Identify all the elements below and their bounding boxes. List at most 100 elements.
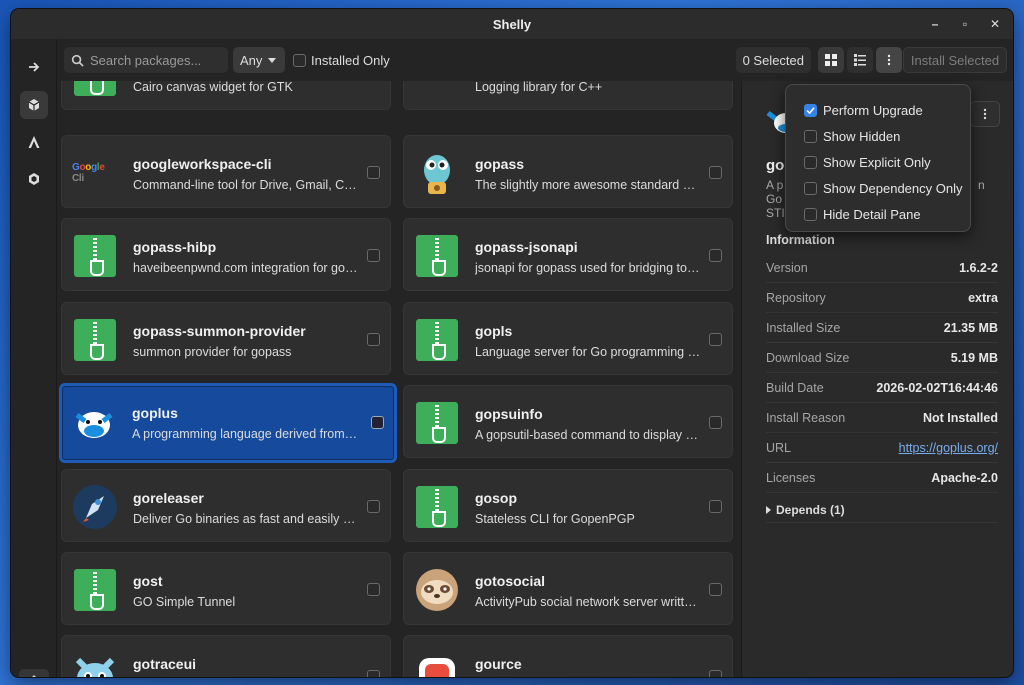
info-row-url: URL https://goplus.org/	[766, 433, 998, 463]
gource-icon	[414, 650, 460, 677]
package-select-checkbox[interactable]	[367, 166, 380, 179]
menu-item-show-dependency-only[interactable]: Show Dependency Only	[786, 175, 970, 201]
hide-detail-pane-checkbox[interactable]	[804, 207, 817, 221]
package-card[interactable]: gopass-hibp haveibeenpwnd.com integratio…	[61, 218, 391, 291]
package-select-checkbox[interactable]	[367, 583, 380, 596]
package-name: gost	[133, 573, 163, 589]
package-desc: Deliver Go binaries as fast and easily a…	[133, 512, 359, 526]
package-select-checkbox[interactable]	[709, 670, 722, 677]
search-input[interactable]	[90, 52, 220, 68]
goreleaser-rocket-icon	[72, 484, 118, 530]
chevron-down-icon	[268, 57, 277, 63]
package-select-checkbox[interactable]	[709, 583, 722, 596]
package-select-checkbox[interactable]	[371, 416, 384, 429]
arch-icon	[28, 136, 40, 148]
show-explicit-only-checkbox[interactable]	[804, 155, 817, 169]
package-select-checkbox[interactable]	[709, 249, 722, 262]
list-view-icon	[854, 54, 866, 66]
installed-only-checkbox[interactable]	[293, 54, 306, 67]
package-name: gopass	[475, 156, 525, 172]
package-desc: A programming language derived from Go	[132, 427, 358, 441]
sidebar-item-flatpak[interactable]	[20, 165, 48, 193]
zip-icon	[72, 317, 118, 363]
info-row-licenses: Licenses Apache-2.0	[766, 463, 998, 493]
menu-item-hide-detail-pane[interactable]: Hide Detail Pane	[786, 201, 970, 227]
package-card[interactable]: gource	[403, 635, 733, 677]
package-desc: Logging library for C++	[475, 81, 603, 94]
grid-view-button[interactable]	[818, 47, 844, 73]
package-card[interactable]: Google Cli googleworkspace-cli Command-l…	[61, 135, 391, 208]
package-select-checkbox[interactable]	[367, 249, 380, 262]
package-url-link[interactable]: https://goplus.org/	[899, 441, 998, 455]
package-select-checkbox[interactable]	[709, 333, 722, 346]
flatpak-icon	[29, 173, 39, 185]
package-select-checkbox[interactable]	[709, 166, 722, 179]
kebab-icon	[887, 54, 891, 66]
perform-upgrade-checkbox[interactable]	[804, 103, 817, 117]
sidebar-menu-button[interactable]	[19, 669, 49, 677]
package-icon	[28, 99, 40, 111]
close-button[interactable]: ✕	[987, 16, 1003, 32]
info-row-version: Version 1.6.2-2	[766, 253, 998, 283]
package-desc: Language server for Go programming langu…	[475, 345, 701, 359]
detail-description-tail: n	[978, 178, 985, 192]
package-card[interactable]: Cairo canvas widget for GTK	[61, 81, 391, 110]
zip-icon	[72, 233, 118, 279]
installed-only-toggle[interactable]: Installed Only	[293, 53, 390, 68]
package-card[interactable]: gopsuinfo A gopsutil-based command to di…	[403, 385, 733, 458]
package-card[interactable]: gosop Stateless CLI for GopenPGP	[403, 469, 733, 542]
sidebar-item-aur[interactable]	[20, 128, 48, 156]
package-desc: Cairo canvas widget for GTK	[133, 81, 293, 94]
repo-filter-dropdown[interactable]: Any	[233, 47, 285, 73]
package-desc: A gopsutil-based command to display syst…	[475, 428, 701, 442]
sidebar-item-packages[interactable]	[20, 91, 48, 119]
package-grid: Cairo canvas widget for GTK Google Loggi…	[57, 81, 741, 677]
window-title: Shelly	[492, 16, 532, 32]
menu-item-perform-upgrade[interactable]: Perform Upgrade	[786, 97, 970, 123]
info-row-installed-size: Installed Size 21.35 MB	[766, 313, 998, 343]
kebab-icon	[983, 108, 987, 120]
package-select-checkbox[interactable]	[709, 416, 722, 429]
package-card-selected[interactable]: goplus A programming language derived fr…	[59, 383, 397, 463]
package-name: gotraceui	[133, 656, 197, 672]
minimize-button[interactable]: –	[927, 16, 943, 32]
zip-icon	[414, 233, 460, 279]
package-card[interactable]: goreleaser Deliver Go binaries as fast a…	[61, 469, 391, 542]
menu-item-show-explicit-only[interactable]: Show Explicit Only	[786, 149, 970, 175]
search-box[interactable]	[64, 47, 228, 73]
options-menu-button[interactable]	[876, 47, 902, 73]
package-select-checkbox[interactable]	[367, 333, 380, 346]
package-name: gopsuinfo	[475, 406, 543, 422]
maximize-button[interactable]: ▫	[957, 16, 973, 32]
package-select-checkbox[interactable]	[367, 500, 380, 513]
package-card[interactable]: gotraceui	[61, 635, 391, 677]
package-name: goreleaser	[133, 490, 204, 506]
package-select-checkbox[interactable]	[709, 500, 722, 513]
package-card[interactable]: gopass-summon-provider summon provider f…	[61, 302, 391, 375]
sidebar-collapse-arrow-icon[interactable]	[20, 53, 48, 81]
title-bar: Shelly – ▫ ✕	[11, 9, 1013, 39]
install-selected-button[interactable]: Install Selected	[903, 47, 1007, 73]
list-view-button[interactable]	[847, 47, 873, 73]
package-desc: GO Simple Tunnel	[133, 595, 236, 609]
package-name: gopass-summon-provider	[133, 323, 306, 339]
zip-icon	[414, 484, 460, 530]
grid-view-icon	[825, 54, 837, 66]
package-card[interactable]: gopls Language server for Go programming…	[403, 302, 733, 375]
options-popover: Perform Upgrade Show Hidden Show Explici…	[785, 84, 971, 232]
package-card[interactable]: gotosocial ActivityPub social network se…	[403, 552, 733, 625]
show-hidden-checkbox[interactable]	[804, 129, 817, 143]
package-card[interactable]: Google Logging library for C++	[403, 81, 733, 110]
info-row-install-reason: Install Reason Not Installed	[766, 403, 998, 433]
package-select-checkbox[interactable]	[367, 670, 380, 677]
package-desc: jsonapi for gopass used for bridging to …	[475, 261, 701, 275]
depends-expander[interactable]: Depends (1)	[766, 497, 998, 523]
package-card[interactable]: gost GO Simple Tunnel	[61, 552, 391, 625]
detail-menu-button[interactable]	[970, 101, 1000, 127]
toolbar: Any Installed Only 0 Selected Install Se…	[57, 39, 1013, 81]
package-card[interactable]: gopass The slightly more awesome standar…	[403, 135, 733, 208]
package-desc: Command-line tool for Drive, Gmail, Cale…	[133, 178, 359, 192]
menu-item-show-hidden[interactable]: Show Hidden	[786, 123, 970, 149]
show-dependency-only-checkbox[interactable]	[804, 181, 817, 195]
package-card[interactable]: gopass-jsonapi jsonapi for gopass used f…	[403, 218, 733, 291]
